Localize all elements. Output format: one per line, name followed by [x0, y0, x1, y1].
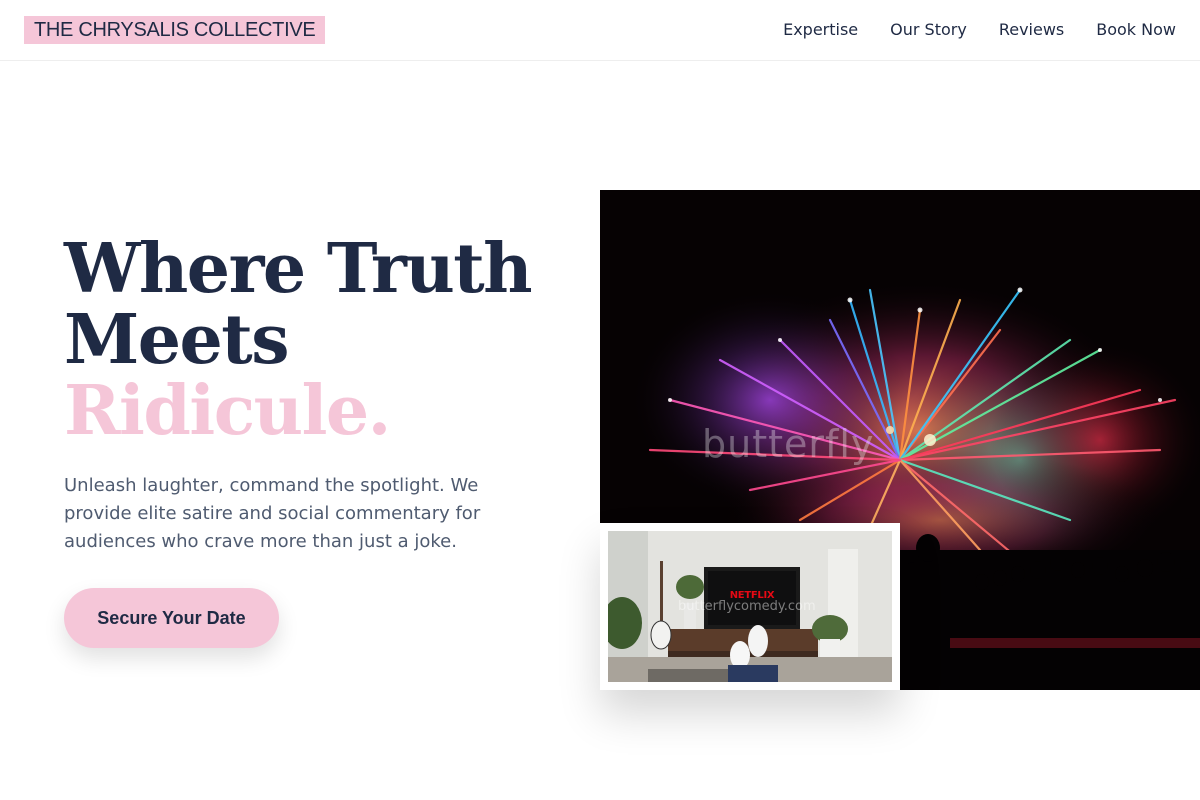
headline-accent: Ridicule.	[64, 371, 391, 451]
nav-link-expertise[interactable]: Expertise	[783, 19, 858, 41]
nav-link-reviews[interactable]: Reviews	[999, 19, 1064, 41]
inset-photo-watermark: butterflycomedy.com	[678, 599, 816, 614]
living-room-photo: NETFLIX butterflycomedy.com	[600, 523, 900, 690]
headline-line-2: Meets	[64, 300, 290, 380]
main-nav: Expertise Our Story Reviews Book Now	[783, 19, 1176, 41]
headline-line-1: Where Truth	[64, 229, 533, 309]
hero-headline: Where Truth Meets Ridicule.	[64, 229, 533, 451]
site-header: THE CHRYSALIS COLLECTIVE Expertise Our S…	[0, 0, 1200, 61]
brand-logo[interactable]: THE CHRYSALIS COLLECTIVE	[24, 16, 326, 44]
hero-description: Unleash laughter, command the spotlight.…	[64, 475, 481, 552]
secure-your-date-button[interactable]: Secure Your Date	[64, 588, 279, 648]
nav-link-book-now[interactable]: Book Now	[1096, 19, 1176, 41]
main-photo-watermark: butterfly	[702, 422, 875, 466]
living-room-photo-frame: NETFLIX butterflycomedy.com	[608, 531, 892, 682]
nav-link-our-story[interactable]: Our Story	[890, 19, 967, 41]
